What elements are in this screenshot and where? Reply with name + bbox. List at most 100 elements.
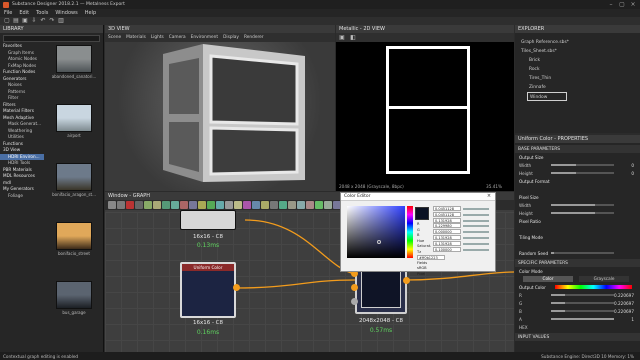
channel-value[interactable]: 0.220697 — [614, 301, 634, 306]
node-tool-icon[interactable] — [270, 201, 278, 209]
color-editor-value-field[interactable]: 0.0451128 — [433, 211, 461, 217]
output-node-input-port-2[interactable] — [351, 284, 358, 291]
color-editor-value-field[interactable]: 0.0451128 — [433, 206, 461, 211]
menu-help[interactable]: Help — [85, 10, 96, 16]
library-thumbnail[interactable] — [56, 45, 92, 73]
library-thumbnail[interactable] — [56, 281, 92, 309]
random-seed-slider[interactable] — [551, 252, 614, 254]
maximize-icon[interactable]: ▢ — [617, 1, 627, 8]
node-tool-icon[interactable] — [315, 201, 323, 209]
channel-value[interactable]: 1 — [631, 317, 634, 322]
color-editor-slider[interactable] — [463, 242, 489, 245]
3d-menu-display[interactable]: Display — [223, 35, 239, 40]
undo-icon[interactable]: ↶ — [40, 18, 46, 24]
tiling-mode-row[interactable]: Tiling Mode — [515, 233, 640, 241]
color-editor-hue-bar[interactable] — [407, 206, 413, 258]
pixel-width-row[interactable]: Width — [515, 201, 640, 209]
node-tool-icon[interactable] — [279, 201, 287, 209]
channel-slider[interactable] — [551, 294, 614, 296]
color-picker-cursor[interactable] — [377, 240, 381, 244]
uniform-color-node[interactable]: Uniform Color — [180, 262, 236, 318]
color-editor-value-field[interactable]: 0.131928 — [433, 240, 461, 246]
save-icon[interactable]: ▣ — [22, 18, 28, 24]
output-height-slider[interactable] — [551, 172, 614, 174]
2d-view-zoom[interactable]: 35.41% — [486, 184, 502, 189]
channel-slider[interactable] — [551, 302, 614, 304]
node-tool-icon[interactable] — [216, 201, 224, 209]
explorer-tree-item[interactable]: Graph Reference.sbs* — [515, 38, 640, 47]
color-editor-slider[interactable] — [463, 208, 489, 210]
color-mode-grayscale-button[interactable]: Grayscale — [579, 276, 629, 282]
color-editor-value-field[interactable]: 0.000000 — [433, 229, 461, 235]
library-thumbnail[interactable] — [56, 163, 92, 191]
library-tree-item[interactable]: Foliage — [0, 193, 44, 200]
3d-menu-renderer[interactable]: Renderer — [244, 35, 264, 40]
3d-menu-materials[interactable]: Materials — [126, 35, 146, 40]
pixel-height-row[interactable]: Height — [515, 209, 640, 217]
menu-edit[interactable]: Edit — [19, 10, 29, 16]
node-tool-icon[interactable] — [252, 201, 260, 209]
node-tool-icon[interactable] — [162, 201, 170, 209]
node-tool-icon[interactable] — [126, 201, 134, 209]
node-tool-icon[interactable] — [108, 201, 116, 209]
channel-slider[interactable] — [551, 310, 614, 312]
color-editor-slider[interactable] — [463, 213, 489, 216]
node-tool-icon[interactable] — [288, 201, 296, 209]
node-tool-icon[interactable] — [153, 201, 161, 209]
node-tool-icon[interactable] — [306, 201, 314, 209]
pixel-height-slider[interactable] — [551, 212, 614, 214]
node-tool-icon[interactable] — [171, 201, 179, 209]
node-tool-icon[interactable] — [189, 201, 197, 209]
color-editor-value-field[interactable]: 0.131928 — [433, 217, 461, 223]
menu-windows[interactable]: Windows — [55, 10, 77, 16]
base-parameters-section[interactable]: BASE PARAMETERS — [515, 145, 640, 153]
explorer-tree-item[interactable]: Tiles_Sheet.sbs* — [515, 47, 640, 56]
library-thumbnail[interactable] — [56, 104, 92, 132]
node-tool-icon[interactable] — [207, 201, 215, 209]
node-tool-icon[interactable] — [234, 201, 242, 209]
3d-menu-lights[interactable]: Lights — [151, 35, 164, 40]
channel-value[interactable]: 0.220697 — [614, 293, 634, 298]
channel-value[interactable]: 0.220697 — [614, 309, 634, 314]
new-file-icon[interactable]: ▢ — [4, 18, 10, 24]
channel-icon[interactable]: ◧ — [350, 34, 356, 41]
node-tool-icon[interactable] — [198, 201, 206, 209]
fit-view-icon[interactable]: ▣ — [339, 34, 345, 41]
node-tool-icon[interactable] — [117, 201, 125, 209]
output-color-channel-row[interactable]: A1 — [515, 315, 640, 323]
color-editor-value-field[interactable]: 0.131928 — [433, 235, 461, 240]
pixel-ratio-row[interactable]: Pixel Ratio — [515, 217, 640, 225]
library-search-input[interactable] — [3, 35, 100, 42]
3d-menu-environment[interactable]: Environment — [191, 35, 218, 40]
3d-viewport[interactable] — [105, 42, 335, 191]
node-tool-icon[interactable] — [297, 201, 305, 209]
color-editor-value-field[interactable]: 0.229980 — [433, 223, 461, 229]
output-node-output-port[interactable] — [403, 277, 410, 284]
pixel-width-slider[interactable] — [551, 204, 614, 206]
color-editor-hex-field[interactable]: #ff0b1223 — [417, 255, 445, 260]
explorer-tree-item[interactable]: Tires_Thin — [515, 74, 640, 83]
redo-icon[interactable]: ↷ — [49, 18, 55, 24]
output-color-channel-row[interactable]: G 0.220697 — [515, 299, 640, 307]
menu-tools[interactable]: Tools — [36, 10, 48, 16]
specific-parameters-section[interactable]: SPECIFIC PARAMETERS — [515, 259, 640, 267]
output-width-value[interactable]: 0 — [631, 163, 634, 168]
node-tool-icon[interactable] — [261, 201, 269, 209]
color-editor-slider[interactable] — [463, 225, 489, 228]
color-editor-slider[interactable] — [463, 248, 489, 251]
output-height-row[interactable]: Height 0 — [515, 169, 640, 177]
output-width-slider[interactable] — [551, 164, 614, 166]
minimize-icon[interactable]: – — [606, 1, 616, 8]
output-node-input-port-3[interactable] — [351, 298, 358, 305]
output-width-row[interactable]: Width 0 — [515, 161, 640, 169]
explorer-tree-item[interactable]: Brick — [515, 56, 640, 65]
input-values-section[interactable]: INPUT VALUES — [515, 333, 640, 341]
close-icon[interactable]: × — [628, 1, 638, 8]
node-tool-icon[interactable] — [144, 201, 152, 209]
open-folder-icon[interactable]: ▤ — [13, 18, 19, 24]
node-tool-icon[interactable] — [324, 201, 332, 209]
color-mode-color-button[interactable]: Color — [523, 276, 573, 282]
color-editor-close-icon[interactable]: × — [484, 193, 494, 200]
explorer-tree-item[interactable]: Zinnafe — [515, 83, 640, 92]
output-format-row[interactable]: Output Format — [515, 177, 640, 185]
